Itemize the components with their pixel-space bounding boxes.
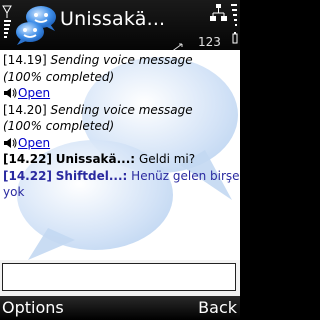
network-icon bbox=[210, 4, 228, 22]
speaker-icon bbox=[4, 137, 17, 148]
message-text: Geldi mi? bbox=[138, 152, 196, 166]
chat-logo-icon bbox=[14, 4, 58, 46]
conversation-view[interactable]: [14.19] Sending voice message (100% comp… bbox=[0, 50, 240, 260]
signal-icon bbox=[2, 4, 12, 42]
message-item: [14.19] Sending voice message (100% comp… bbox=[3, 52, 237, 102]
message-time: [14.22] bbox=[3, 168, 52, 183]
message-time: [14.19] bbox=[3, 53, 47, 67]
status-bar: Unissakä... 123 bbox=[0, 0, 240, 53]
battery-icon bbox=[230, 4, 238, 46]
character-counter: 123 bbox=[198, 35, 221, 49]
softkey-bar: Options Back bbox=[0, 296, 240, 320]
sender-name: Unissakä...: bbox=[55, 152, 136, 166]
chat-message: [14.22] Shiftdel...: Henüz gelen birşey … bbox=[3, 168, 240, 201]
message-text: Sending voice message bbox=[50, 53, 193, 67]
sender-name: Shiftdel...: bbox=[55, 168, 128, 183]
mode-icon bbox=[170, 38, 196, 53]
message-item: [14.20] Sending voice message (100% comp… bbox=[3, 102, 237, 152]
message-progress: (100% completed) bbox=[3, 69, 115, 84]
message-time: [14.20] bbox=[3, 102, 47, 117]
speaker-icon bbox=[4, 88, 17, 99]
message-text: Sending voice message bbox=[50, 102, 193, 117]
options-softkey[interactable]: Options bbox=[2, 298, 64, 317]
open-voice-message-link[interactable]: Open bbox=[18, 85, 50, 102]
conversation-title: Unissakä... bbox=[60, 8, 166, 30]
input-area bbox=[0, 260, 240, 296]
message-time: [14.22] bbox=[3, 152, 52, 166]
message-text-continued: yok bbox=[3, 185, 25, 199]
message-progress: (100% completed) bbox=[3, 119, 115, 133]
message-input[interactable] bbox=[2, 263, 236, 291]
open-voice-message-link[interactable]: Open bbox=[18, 135, 50, 152]
message-list: [14.19] Sending voice message (100% comp… bbox=[0, 50, 240, 201]
chat-message: [14.22] Unissakä...: Geldi mi? bbox=[3, 151, 237, 168]
back-softkey[interactable]: Back bbox=[198, 298, 237, 317]
message-text: Henüz gelen birşey bbox=[131, 168, 240, 183]
